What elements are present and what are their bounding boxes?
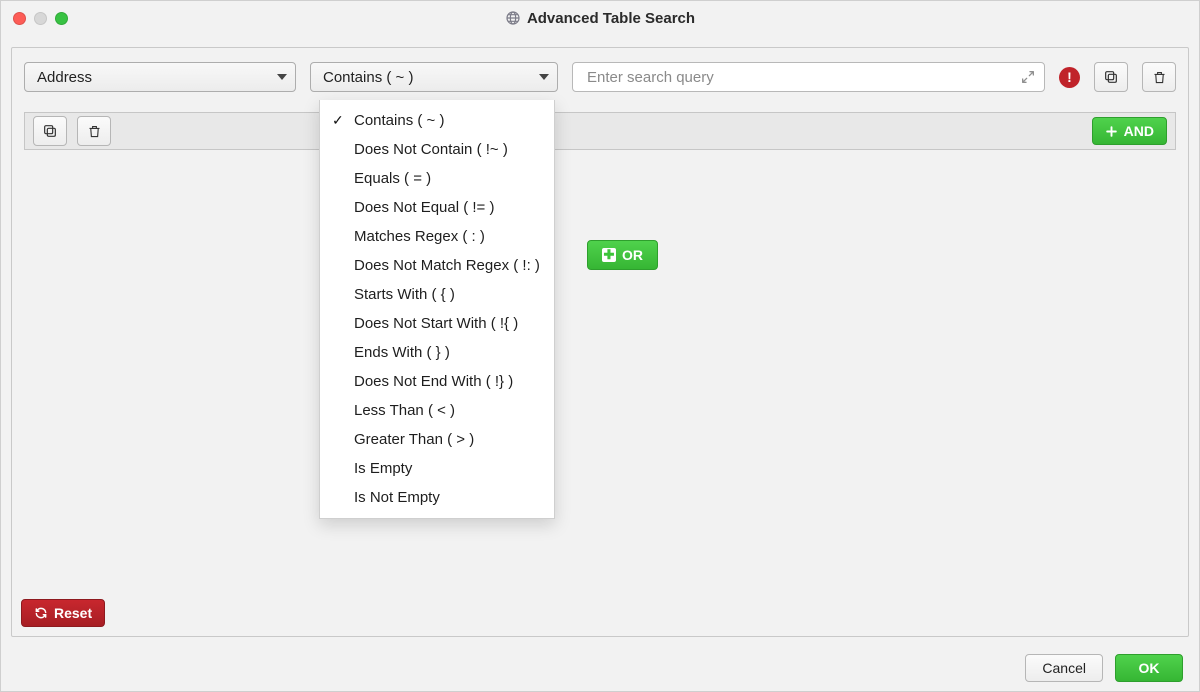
minimize-window-icon[interactable] (34, 12, 47, 25)
chevron-down-icon (539, 74, 549, 80)
close-window-icon[interactable] (13, 12, 26, 25)
reset-label: Reset (54, 605, 92, 621)
operator-option[interactable]: Less Than ( < ) (320, 396, 554, 425)
trash-icon (87, 124, 102, 139)
bottom-bar: Cancel OK (1, 645, 1199, 691)
copy-group-button[interactable] (33, 116, 67, 146)
and-label: AND (1124, 123, 1154, 139)
copy-icon (1103, 69, 1119, 85)
operator-option-label: Ends With ( } ) (354, 344, 450, 361)
reset-button[interactable]: Reset (21, 599, 105, 627)
operator-option-label: Is Empty (354, 460, 412, 477)
operator-option-label: Does Not Contain ( !~ ) (354, 141, 508, 158)
operator-option[interactable]: Does Not Equal ( != ) (320, 193, 554, 222)
operator-option-label: Is Not Empty (354, 489, 440, 506)
expand-icon[interactable] (1020, 69, 1036, 85)
operator-select[interactable]: Contains ( ~ ) (310, 62, 558, 92)
titlebar: Advanced Table Search (1, 1, 1199, 35)
cancel-label: Cancel (1042, 660, 1086, 676)
operator-dropdown: ✓ Contains ( ~ ) Does Not Contain ( !~ ) Eq… (319, 100, 555, 519)
operator-option[interactable]: Starts With ( { ) (320, 280, 554, 309)
operator-option-label: Equals ( = ) (354, 170, 431, 187)
operator-option[interactable]: Does Not Start With ( !{ ) (320, 309, 554, 338)
app-globe-icon (505, 10, 521, 26)
operator-select-value: Contains ( ~ ) (323, 69, 413, 86)
error-badge-icon: ! (1059, 67, 1080, 88)
copy-condition-button[interactable] (1094, 62, 1128, 92)
delete-condition-button[interactable] (1142, 62, 1176, 92)
operator-option-label: Starts With ( { ) (354, 286, 455, 303)
field-select[interactable]: Address (24, 62, 296, 92)
operator-option[interactable]: Matches Regex ( : ) (320, 222, 554, 251)
operator-option[interactable]: ✓ Contains ( ~ ) (320, 106, 554, 135)
operator-option-label: Does Not End With ( !} ) (354, 373, 513, 390)
main-panel: Address Contains ( ~ ) ! (11, 47, 1189, 637)
operator-option[interactable]: Is Not Empty (320, 483, 554, 512)
operator-option[interactable]: Does Not Match Regex ( !: ) (320, 251, 554, 280)
operator-option[interactable]: Equals ( = ) (320, 164, 554, 193)
fullscreen-window-icon[interactable] (55, 12, 68, 25)
operator-option[interactable]: Is Empty (320, 454, 554, 483)
operator-option-label: Does Not Match Regex ( !: ) (354, 257, 540, 274)
trash-icon (1152, 70, 1167, 85)
condition-row: Address Contains ( ~ ) ! (24, 62, 1176, 92)
window-title: Advanced Table Search (527, 10, 695, 27)
operator-option-label: Contains ( ~ ) (354, 112, 444, 129)
operator-option[interactable]: Does Not Contain ( !~ ) (320, 135, 554, 164)
operator-option[interactable]: Does Not End With ( !} ) (320, 367, 554, 396)
cancel-button[interactable]: Cancel (1025, 654, 1103, 682)
add-and-button[interactable]: AND (1092, 117, 1167, 145)
operator-option-label: Does Not Equal ( != ) (354, 199, 494, 216)
operator-option-label: Less Than ( < ) (354, 402, 455, 419)
operator-option-label: Matches Regex ( : ) (354, 228, 485, 245)
ok-label: OK (1139, 660, 1160, 676)
operator-option-label: Greater Than ( > ) (354, 431, 474, 448)
check-icon: ✓ (332, 112, 344, 129)
operator-option[interactable]: Greater Than ( > ) (320, 425, 554, 454)
operator-option[interactable]: Ends With ( } ) (320, 338, 554, 367)
delete-group-button[interactable] (77, 116, 111, 146)
window: Advanced Table Search Address Contains (… (0, 0, 1200, 692)
search-field-wrap (572, 62, 1045, 92)
operator-option-label: Does Not Start With ( !{ ) (354, 315, 518, 332)
ok-button[interactable]: OK (1115, 654, 1183, 682)
chevron-down-icon (277, 74, 287, 80)
refresh-icon (34, 606, 48, 620)
group-toolbar: AND (24, 112, 1176, 150)
add-or-button[interactable]: ✚ OR (587, 240, 658, 270)
field-select-value: Address (37, 69, 92, 86)
or-label: OR (622, 247, 643, 263)
search-input[interactable] (585, 68, 1012, 87)
traffic-lights (13, 12, 68, 25)
plus-icon (1105, 125, 1118, 138)
copy-icon (42, 123, 58, 139)
plus-square-icon: ✚ (602, 248, 616, 262)
